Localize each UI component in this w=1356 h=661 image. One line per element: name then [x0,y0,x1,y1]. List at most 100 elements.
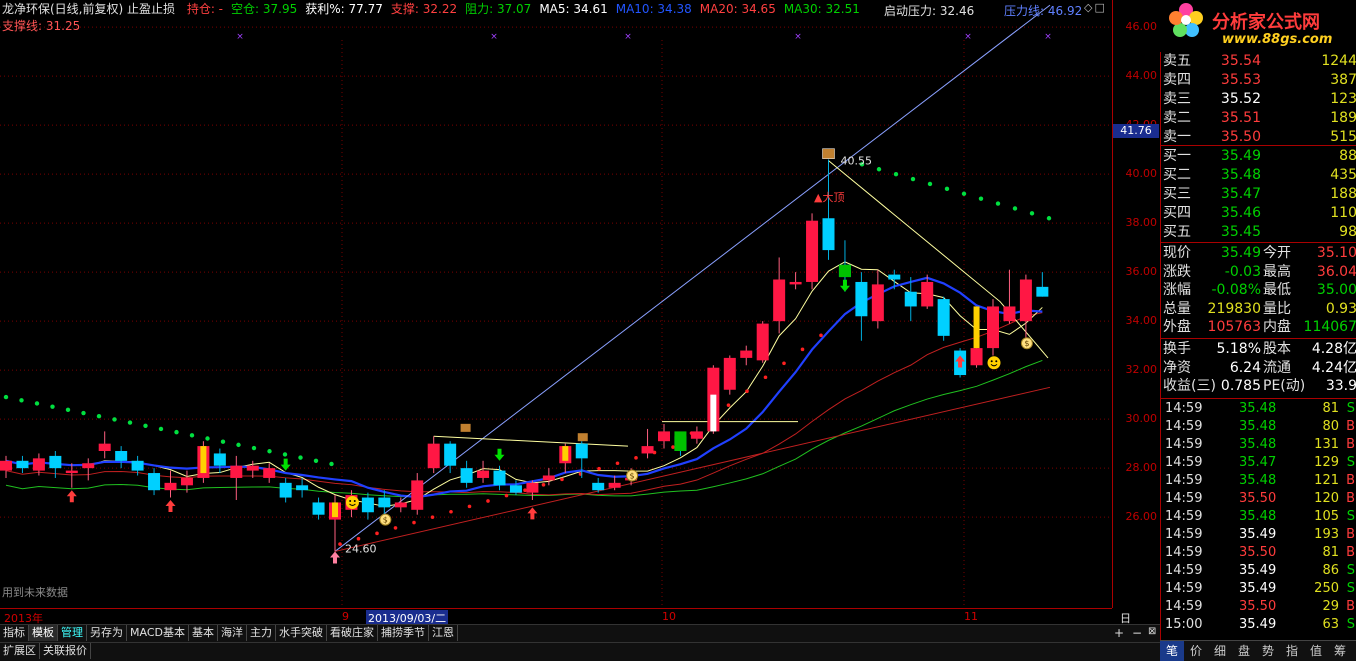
panel-mode-1[interactable]: 价 [1184,641,1208,661]
tab-10[interactable]: 捕捞季节 [378,625,429,641]
signal-bar [332,502,338,518]
top-marker: × [236,32,244,42]
candle-body [789,281,802,285]
ask-row: 卖二 35.51 189 [1161,109,1356,127]
y-tick-label: 40.00 [1125,167,1158,181]
sar-dot [205,436,210,441]
y-tick-label: 30.00 [1125,412,1158,426]
bid-volume: 188 [1330,186,1356,202]
sar-dot [944,186,950,192]
chart-corner-icons[interactable]: ◇□ [1084,1,1107,14]
y-tick-label: 46.00 [1125,20,1158,34]
panel-mode-2[interactable]: 细 [1208,641,1232,661]
tab-1[interactable]: 模板 [29,625,58,641]
tab2-1[interactable]: 关联报价 [40,643,91,659]
stat-row: 涨幅 -0.08% 最低 35.00 [1161,281,1356,299]
logo-url: www.88gs.com [1222,32,1333,47]
candle-body [131,460,144,471]
sar-dot [158,426,164,432]
panel-mode-4[interactable]: 势 [1256,641,1280,661]
tick-time: 14:59 [1165,527,1203,542]
stat-value2: 0.93 [1325,300,1356,317]
tab-9[interactable]: 看破庄家 [327,625,378,641]
zoom-in-button[interactable]: + [1114,626,1124,640]
tab-7[interactable]: 主力 [247,625,276,641]
candle-body [427,443,440,469]
candle-body [213,453,226,466]
indicator-tab-bar: 指标 模板 管理 另存为 MACD基本 基本 海洋 主力 水手突破 看破庄家 捕捞季节 江恩 [0,624,1160,643]
tick-price: 35.47 [1239,455,1277,470]
candle-body [641,446,654,454]
diamond-icon[interactable]: ◇ [1084,1,1094,14]
sar-dot [34,401,40,406]
sar-dot [19,398,24,403]
panel-mode-3[interactable]: 盘 [1232,641,1256,661]
smiley-icon [345,495,359,509]
candle-body [888,274,901,280]
stop-dot [745,389,749,394]
header-indicator-4: 阻力: 37.07 [465,2,532,16]
tick-row: 14:59 35.48 81 S [1161,400,1356,418]
fund-value2: 4.24亿 [1311,359,1356,376]
tab-3[interactable]: 另存为 [87,625,127,641]
tab-11[interactable]: 江恩 [429,625,458,641]
candle-body [32,458,45,471]
y-tick-label: 28.00 [1125,461,1158,475]
tab-0[interactable]: 指标 [0,625,29,641]
tab-8[interactable]: 水手突破 [276,625,327,641]
tick-volume: 120 [1314,491,1339,506]
ask-price: 35.51 [1220,110,1261,126]
window-icon[interactable]: □ [1094,1,1106,14]
stop-dot [412,520,416,525]
stat-label: 现价 [1163,245,1191,261]
kline-chart-area[interactable]: × × × × × × $ $ $40.55 24.60 ▲大顶 龙净环保(日线,前复权) 止盈止损… [0,0,1112,608]
candle-body [378,497,391,508]
candle-body [970,348,983,366]
tick-time: 14:59 [1165,599,1203,614]
support-line-label: 支撑线: 31.25 [2,19,81,33]
ask-volume: 1244 [1321,53,1356,69]
bid-label: 买二 [1163,167,1191,183]
smiley-eye [995,360,998,363]
candle-body [1036,286,1049,297]
fund-label: 收益(三) [1163,378,1216,394]
candle-body [822,218,835,251]
bid-volume: 110 [1330,205,1356,221]
sar-dot [1029,211,1035,216]
resistance-segment [433,435,629,447]
zoom-out-button[interactable]: − [1132,626,1142,640]
panel-mode-7[interactable]: 筹 [1328,641,1352,661]
candle-body [575,443,588,459]
tab2-0[interactable]: 扩展区 [0,643,40,659]
fund-label2: 流通 [1263,359,1291,376]
candle-body [16,460,29,469]
ask-volume: 515 [1330,129,1356,145]
sar-dot [1046,216,1052,221]
ask-label: 卖四 [1163,72,1191,88]
panel-mode-6[interactable]: 值 [1304,641,1328,661]
close-icon[interactable]: ⊠ [1148,626,1156,637]
candle-body [98,443,111,451]
tab-2[interactable]: 管理 [58,625,87,641]
panel-mode-5[interactable]: 指 [1280,641,1304,661]
tab-4[interactable]: MACD基本 [127,625,189,641]
header-indicator-3: 支撑: 32.22 [390,2,458,16]
tick-row: 14:59 35.47 129 S [1161,454,1356,472]
kline-chart[interactable]: × × × × × × $ $ $40.55 24.60 ▲大顶 [0,0,1112,608]
candle-body [361,497,374,513]
y-tick-label: 36.00 [1125,265,1158,279]
tab-6[interactable]: 海洋 [218,625,247,641]
date-label-oct: 10 [662,610,676,623]
candle-body [477,470,490,478]
candle-body [82,463,95,469]
panel-divider [1161,145,1356,146]
stop-dot [523,488,527,493]
tick-side: B [1346,545,1355,560]
tab-5[interactable]: 基本 [189,625,218,641]
bid-label: 买五 [1163,224,1191,240]
sar-dot [3,394,9,400]
tick-price: 35.49 [1239,581,1277,596]
candle-body [987,306,999,349]
bid-row: 买一 35.49 88 [1161,147,1356,165]
panel-mode-0[interactable]: 笔 [1160,641,1184,661]
